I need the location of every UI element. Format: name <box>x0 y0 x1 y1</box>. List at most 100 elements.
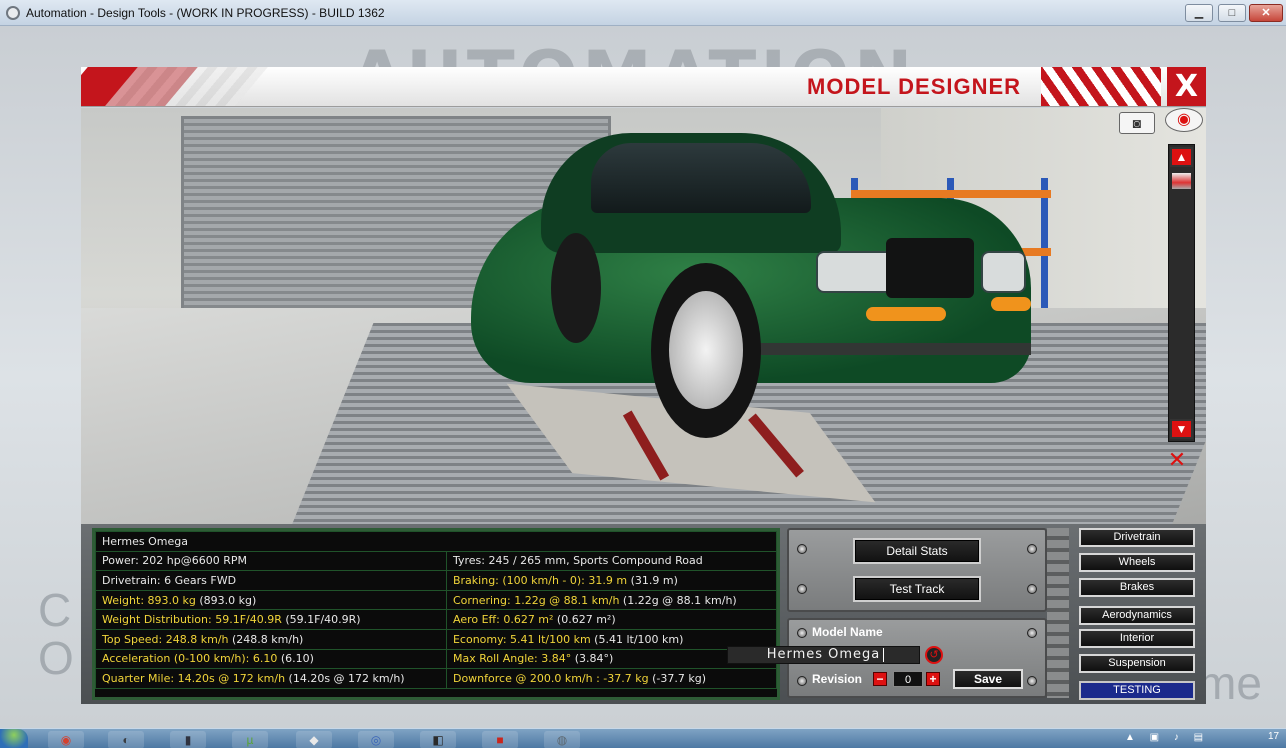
revision-plus-button[interactable]: + <box>926 672 940 686</box>
stat-value: Cornering: 1.22g @ 88.1 km/h <box>452 593 620 607</box>
stats-panel: Hermes Omega Power: 202 hp@6600 RPM Tyres… <box>92 528 780 700</box>
reset-name-icon[interactable]: ↺ <box>925 646 943 664</box>
stats-row: Top Speed: 248.8 km/h (248.8 km/h) Econom… <box>95 628 778 650</box>
stat-base-value: (31.9 m) <box>627 573 678 587</box>
stats-cell: Power: 202 hp@6600 RPM <box>95 550 447 572</box>
minimize-button[interactable]: ▁ <box>1185 4 1213 22</box>
stat-base-value: (-37.7 kg) <box>648 671 706 685</box>
car-headlight <box>981 251 1026 293</box>
chrome-icon[interactable]: ◉ <box>48 731 84 748</box>
panel-rail <box>1047 528 1061 698</box>
stat-value: Tyres: 245 / 265 mm, Sports Compound Roa… <box>452 554 703 568</box>
wheel-rim <box>669 291 743 409</box>
actions-plate: Detail Stats Test Track <box>787 528 1047 612</box>
tab-testing[interactable]: TESTING <box>1079 681 1195 700</box>
stats-cell: Downforce @ 200.0 km/h : -37.7 kg (-37.7… <box>445 668 778 689</box>
model-designer-header: MODEL DESIGNER X <box>81 67 1206 107</box>
background-letter-1: C <box>38 584 72 636</box>
automation-icon[interactable]: ◍ <box>544 731 580 748</box>
detail-stats-button[interactable]: Detail Stats <box>853 538 981 564</box>
stat-base-value: (14.20s @ 172 km/h) <box>285 671 405 685</box>
stat-value: Acceleration (0-100 km/h): 6.10 <box>102 652 278 666</box>
stat-base-value: (3.84°) <box>571 652 614 666</box>
window-titlebar: Automation - Design Tools - (WORK IN PRO… <box>0 0 1286 26</box>
clock[interactable]: 17 <box>1268 731 1279 742</box>
tool-icon[interactable]: ◧ <box>420 731 456 748</box>
tab-wheels[interactable]: Wheels <box>1079 553 1195 572</box>
app-red-icon[interactable]: ■ <box>482 731 518 748</box>
car-front-wheel <box>651 263 761 438</box>
stats-model-name: Hermes Omega <box>95 531 777 552</box>
car-indicator <box>991 297 1031 311</box>
tab-drivetrain[interactable]: Drivetrain <box>1079 528 1195 547</box>
document-icon[interactable]: ▮ <box>170 731 206 748</box>
revision-minus-button[interactable]: − <box>873 672 887 686</box>
stat-value: Power: 202 hp@6600 RPM <box>102 554 247 568</box>
stat-value: Downforce @ 200.0 km/h : -37.7 kg <box>452 671 649 685</box>
header-stripes <box>1041 67 1161 106</box>
stats-cell: Drivetrain: 6 Gears FWD <box>95 570 447 591</box>
stats-table: Hermes Omega Power: 202 hp@6600 RPM Tyres… <box>95 531 778 689</box>
tab-aerodynamics[interactable]: Aerodynamics <box>1079 606 1195 625</box>
car-viewport[interactable]: ◙ ◉ ▲ ▼ ✕ <box>81 108 1206 524</box>
stat-base-value: (1.22g @ 88.1 km/h) <box>619 593 737 607</box>
stats-cell: Weight Distribution: 59.1F/40.9R (59.1F/… <box>95 609 447 630</box>
stat-base-value: (248.8 km/h) <box>228 632 304 646</box>
close-designer-button[interactable]: X <box>1167 67 1206 106</box>
design-tabs: Drivetrain Wheels Brakes Aerodynamics In… <box>1073 526 1206 704</box>
stats-cell: Weight: 893.0 kg (893.0 kg) <box>95 589 447 611</box>
stat-base-value: (0.627 m²) <box>553 613 616 627</box>
camera-icon[interactable]: ◙ <box>1119 112 1155 134</box>
utorrent-icon[interactable]: µ <box>232 731 268 748</box>
bottom-panel: Hermes Omega Power: 202 hp@6600 RPM Tyres… <box>81 524 1206 704</box>
save-button[interactable]: Save <box>953 669 1023 689</box>
stats-cell: Acceleration (0-100 km/h): 6.10 (6.10) <box>95 648 447 670</box>
stats-row: Acceleration (0-100 km/h): 6.10 (6.10) Ma… <box>95 648 778 670</box>
stat-value: Quarter Mile: 14.20s @ 172 km/h <box>102 671 286 685</box>
tab-suspension[interactable]: Suspension <box>1079 654 1195 673</box>
stat-value: Aero Eff: 0.627 m² <box>452 613 554 627</box>
eye-icon[interactable]: ◉ <box>1165 108 1203 132</box>
stat-base-value: (893.0 kg) <box>195 593 257 607</box>
taskbar: ◉ ◐ ▮ µ ◆ ◎ ◧ ■ ◍ ▲ ▣ ♪ ▤ 17 <box>0 728 1286 748</box>
car-indicator <box>866 307 946 321</box>
stats-cell: Aero Eff: 0.627 m² (0.627 m²) <box>445 609 778 630</box>
test-track-button[interactable]: Test Track <box>853 576 981 602</box>
fox-icon[interactable]: ◆ <box>296 731 332 748</box>
zoom-scrollbar[interactable]: ▲ ▼ <box>1168 144 1195 442</box>
stats-row: Quarter Mile: 14.20s @ 172 km/h (14.20s … <box>95 668 778 689</box>
stat-base-value: (5.41 lt/100 km) <box>590 632 684 646</box>
stats-cell: Tyres: 245 / 265 mm, Sports Compound Roa… <box>445 550 778 572</box>
stat-value: Drivetrain: 6 Gears FWD <box>102 573 237 587</box>
maximize-button[interactable]: □ <box>1218 4 1246 22</box>
close-window-button[interactable]: ✕ <box>1249 4 1283 22</box>
tab-interior[interactable]: Interior <box>1079 629 1195 648</box>
stats-cell: Quarter Mile: 14.20s @ 172 km/h (14.20s … <box>95 668 447 689</box>
stats-cell: Cornering: 1.22g @ 88.1 km/h (1.22g @ 88… <box>445 589 778 611</box>
stats-row: Weight: 893.0 kg (893.0 kg) Cornering: 1.… <box>95 589 778 611</box>
window-title: Automation - Design Tools - (WORK IN PRO… <box>26 6 385 20</box>
scroll-thumb[interactable] <box>1172 173 1191 189</box>
revision-label: Revision <box>812 672 863 686</box>
stat-value: Top Speed: 248.8 km/h <box>102 632 229 646</box>
headset-icon[interactable]: ◎ <box>358 731 394 748</box>
system-tray[interactable]: ▲ ▣ ♪ ▤ <box>1125 732 1209 743</box>
stats-cell: Braking: (100 km/h - 0): 31.9 m (31.9 m) <box>445 570 778 591</box>
stats-row: Drivetrain: 6 Gears FWD Braking: (100 km/… <box>95 570 778 591</box>
tab-brakes[interactable]: Brakes <box>1079 578 1195 597</box>
panel-rail <box>1061 528 1069 698</box>
stat-value: Economy: 5.41 lt/100 km <box>452 632 591 646</box>
start-button[interactable] <box>0 729 28 748</box>
scroll-down-button[interactable]: ▼ <box>1170 419 1193 439</box>
stats-row: Weight Distribution: 59.1F/40.9R (59.1F/… <box>95 609 778 630</box>
model-name-input[interactable]: Hermes Omega <box>727 646 920 664</box>
steam-icon[interactable]: ◐ <box>108 731 144 748</box>
recenter-icon[interactable]: ✕ <box>1159 446 1195 476</box>
car-windshield <box>591 143 811 213</box>
page-title: MODEL DESIGNER <box>807 74 1022 99</box>
stat-base-value: (6.10) <box>277 652 314 666</box>
stats-row: Power: 202 hp@6600 RPM Tyres: 245 / 265 m… <box>95 550 778 572</box>
scroll-up-button[interactable]: ▲ <box>1170 147 1193 167</box>
car-model[interactable] <box>471 133 1031 463</box>
stat-value: Weight Distribution: 59.1F/40.9R <box>102 613 282 627</box>
